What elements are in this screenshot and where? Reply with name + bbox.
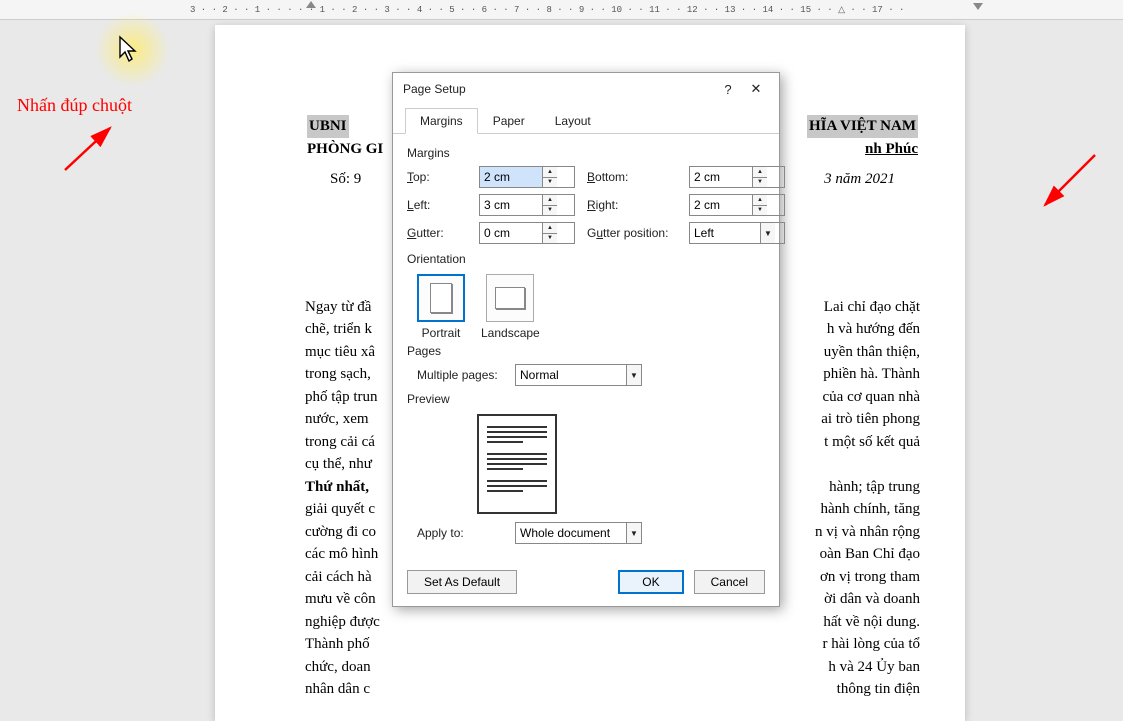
annotation-left: Nhấn đúp chuột <box>17 95 132 116</box>
label-apply-to: Apply to: <box>417 526 503 540</box>
header-right: HĨA VIỆT NAM <box>807 115 918 138</box>
dialog-tabs: Margins Paper Layout <box>393 107 779 134</box>
portrait-icon <box>430 283 452 313</box>
preview-page-icon <box>477 414 557 514</box>
tab-margins[interactable]: Margins <box>405 108 478 134</box>
landscape-icon <box>495 287 525 309</box>
chevron-down-icon[interactable]: ▼ <box>626 523 641 543</box>
header2-right: nh Phúc <box>865 138 918 161</box>
chevron-down-icon[interactable]: ▼ <box>760 223 775 243</box>
cancel-button[interactable]: Cancel <box>694 570 765 594</box>
close-button[interactable]: ✕ <box>743 79 769 99</box>
label-right: Right: <box>587 198 677 212</box>
label-top: Top: <box>407 170 467 184</box>
label-gutter-pos: Gutter position: <box>587 226 677 240</box>
input-left[interactable]: ▲▼ <box>479 194 575 216</box>
doc-number: Số: 9 <box>330 168 361 191</box>
spin-up-icon[interactable]: ▲ <box>543 195 557 206</box>
label-multiple-pages: Multiple pages: <box>417 368 503 382</box>
input-gutter-pos[interactable]: ▼ <box>689 222 785 244</box>
ruler-scale: 3 · · 2 · · 1 · · · · · 1 · · 2 · · 3 · … <box>190 5 904 15</box>
header2-left: PHÒNG GI <box>307 138 383 161</box>
spin-down-icon[interactable]: ▼ <box>753 178 767 188</box>
spin-up-icon[interactable]: ▲ <box>543 167 557 178</box>
spin-up-icon[interactable]: ▲ <box>543 223 557 234</box>
input-apply-to[interactable]: ▼ <box>515 522 642 544</box>
arrow-left-icon <box>55 120 125 180</box>
spin-down-icon[interactable]: ▼ <box>543 178 557 188</box>
tab-layout[interactable]: Layout <box>540 108 606 134</box>
portrait-label: Portrait <box>422 326 461 340</box>
label-left: Left: <box>407 198 467 212</box>
orientation-heading: Orientation <box>407 252 765 266</box>
input-top[interactable]: ▲▼ <box>479 166 575 188</box>
input-gutter[interactable]: ▲▼ <box>479 222 575 244</box>
spin-down-icon[interactable]: ▼ <box>543 206 557 216</box>
chevron-down-icon[interactable]: ▼ <box>626 365 641 385</box>
spin-down-icon[interactable]: ▼ <box>543 234 557 244</box>
help-button[interactable]: ? <box>715 79 741 99</box>
label-bottom: Bottom: <box>587 170 677 184</box>
indent-marker-icon[interactable] <box>306 1 316 8</box>
orientation-portrait[interactable]: Portrait <box>417 274 465 340</box>
margins-heading: Margins <box>407 146 765 160</box>
arrow-br-icon <box>1035 145 1105 215</box>
ok-button[interactable]: OK <box>618 570 683 594</box>
pages-heading: Pages <box>407 344 765 358</box>
spin-up-icon[interactable]: ▲ <box>753 167 767 178</box>
orientation-landscape[interactable]: Landscape <box>481 274 540 340</box>
doc-date: 3 năm 2021 <box>824 168 895 191</box>
margins-grid: Top: ▲▼ Bottom: ▲▼ Left: ▲▼ Right: ▲▼ Gu… <box>407 166 765 244</box>
cursor-arrow-icon <box>118 35 140 70</box>
right-indent-marker-icon[interactable] <box>973 3 983 10</box>
input-bottom[interactable]: ▲▼ <box>689 166 785 188</box>
landscape-label: Landscape <box>481 326 540 340</box>
horizontal-ruler[interactable]: 3 · · 2 · · 1 · · · · · 1 · · 2 · · 3 · … <box>0 0 1123 20</box>
preview-heading: Preview <box>407 392 765 406</box>
dialog-title-text: Page Setup <box>403 82 466 96</box>
dialog-titlebar[interactable]: Page Setup ? ✕ <box>393 73 779 105</box>
page-setup-dialog: Page Setup ? ✕ Margins Paper Layout Marg… <box>392 72 780 607</box>
label-gutter: Gutter: <box>407 226 467 240</box>
spin-up-icon[interactable]: ▲ <box>753 195 767 206</box>
spin-down-icon[interactable]: ▼ <box>753 206 767 216</box>
input-multiple-pages[interactable]: ▼ <box>515 364 642 386</box>
input-right[interactable]: ▲▼ <box>689 194 785 216</box>
header-left: UBNI <box>307 115 349 138</box>
tab-paper[interactable]: Paper <box>478 108 540 134</box>
set-as-default-button[interactable]: Set As Default <box>407 570 517 594</box>
